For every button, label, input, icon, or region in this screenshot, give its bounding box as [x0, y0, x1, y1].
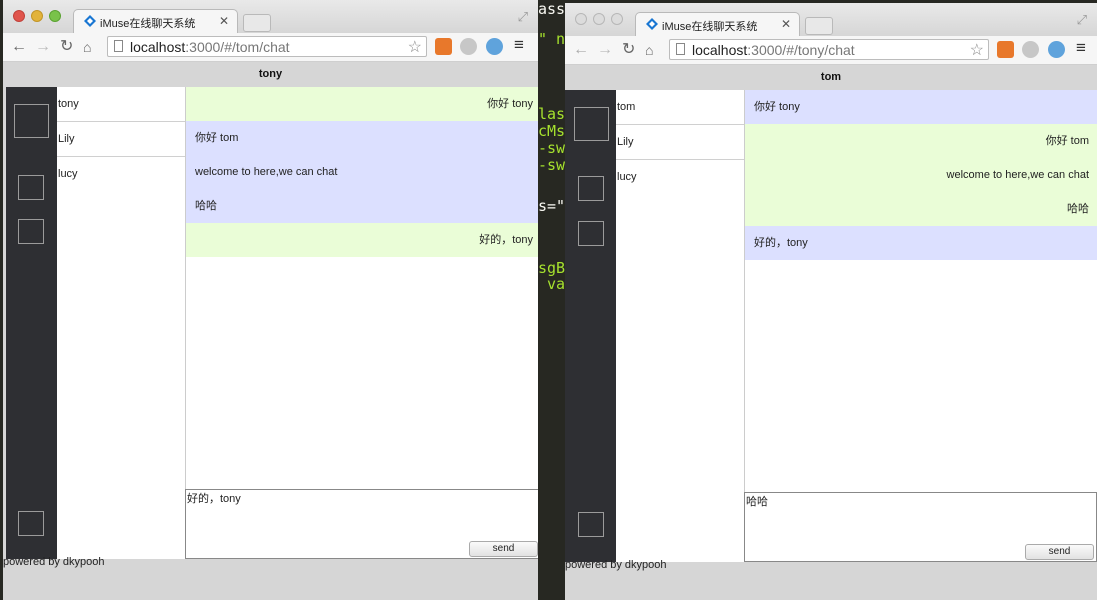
footer-text: powered by dkypooh: [565, 559, 667, 571]
browser-tab[interactable]: iMuse在线聊天系统 ✕: [73, 9, 238, 33]
message-input-text: 哈哈: [746, 496, 768, 508]
settings-button[interactable]: [578, 512, 604, 537]
message-sent: 你好 tony: [186, 87, 538, 121]
extension-icon[interactable]: [435, 38, 452, 55]
page-icon: [676, 43, 685, 55]
user-item[interactable]: lucy: [616, 160, 744, 194]
message-list: 你好 tony 你好 tom welcome to here,we can ch…: [185, 87, 538, 489]
tab-title: iMuse在线聊天系统: [662, 21, 758, 33]
message-received: 哈哈: [195, 200, 217, 212]
chat-header: tom: [820, 71, 842, 83]
settings-button[interactable]: [18, 511, 44, 536]
browser-toolbar: ← → ↻ ⌂ localhost:3000/#/tom/chat ☆ ≡: [3, 33, 538, 62]
message-input[interactable]: 哈哈 send: [744, 492, 1097, 562]
url-text: localhost:3000/#/tony/chat: [692, 42, 855, 58]
message-sent: 哈哈: [1067, 203, 1089, 215]
footer-text: powered by dkypooh: [3, 556, 105, 568]
home-icon[interactable]: ⌂: [83, 37, 91, 57]
page-icon: [114, 40, 123, 52]
zoom-window-button[interactable]: [49, 10, 61, 22]
browser-window-tony: iMuse在线聊天系统 ✕ ⤢ ← → ↻ ⌂ localhost:3000/#…: [565, 3, 1097, 600]
fullscreen-icon[interactable]: ⤢: [518, 9, 528, 25]
forward-arrow-icon[interactable]: →: [597, 40, 613, 60]
message-sent: 好的，tony: [186, 223, 538, 257]
side-toolbar: [565, 90, 616, 562]
address-bar[interactable]: localhost:3000/#/tom/chat ☆: [107, 36, 427, 57]
avatar[interactable]: [14, 104, 49, 138]
extension-icon[interactable]: [997, 41, 1014, 58]
message-received: 好的，tony: [745, 226, 1097, 260]
app-content: tom tom Lily lucy 你好 tony 你好 tom welcome…: [565, 65, 1097, 600]
minimize-window-button[interactable]: [31, 10, 43, 22]
forward-arrow-icon[interactable]: →: [35, 37, 51, 57]
message-sent: welcome to here,we can chat: [946, 169, 1089, 181]
message-received: 你好 tom: [195, 132, 239, 144]
title-bar: iMuse在线聊天系统 ✕ ⤢: [565, 3, 1097, 36]
app-content: tony tony Lily lucy 你好 tony 你好 tom welco…: [3, 62, 538, 600]
side-toolbar: [6, 87, 57, 559]
tab-title: iMuse在线聊天系统: [100, 18, 196, 30]
user-item[interactable]: Lily: [57, 122, 185, 157]
url-path: :3000/#/tom/chat: [185, 39, 290, 55]
back-arrow-icon[interactable]: ←: [11, 37, 27, 57]
extension-icon[interactable]: [486, 38, 503, 55]
extension-icon[interactable]: [1048, 41, 1065, 58]
menu-icon[interactable]: ≡: [1076, 38, 1086, 58]
tab-close-icon[interactable]: ✕: [781, 17, 791, 31]
chat-header: tony: [258, 68, 283, 80]
tab-close-icon[interactable]: ✕: [219, 14, 229, 28]
url-text: localhost:3000/#/tom/chat: [130, 39, 290, 55]
reload-icon[interactable]: ↻: [60, 37, 73, 57]
bookmark-star-icon[interactable]: ☆: [408, 37, 422, 57]
extension-icon[interactable]: [1022, 41, 1039, 58]
browser-tab[interactable]: iMuse在线聊天系统 ✕: [635, 12, 800, 36]
url-host: localhost: [130, 39, 186, 55]
back-arrow-icon[interactable]: ←: [573, 40, 589, 60]
message-sent: 你好 tom: [1045, 135, 1089, 147]
message-input[interactable]: 好的，tony send: [185, 489, 538, 559]
close-window-button[interactable]: [13, 10, 25, 22]
send-button[interactable]: send: [469, 541, 538, 557]
address-bar[interactable]: localhost:3000/#/tony/chat ☆: [669, 39, 989, 60]
minimize-window-button[interactable]: [593, 13, 605, 25]
nav-button[interactable]: [578, 221, 604, 246]
message-group-received: 你好 tom welcome to here,we can chat 哈哈: [186, 121, 538, 223]
angular-favicon-icon: [84, 15, 96, 27]
fullscreen-icon[interactable]: ⤢: [1077, 12, 1087, 28]
home-icon[interactable]: ⌂: [645, 40, 653, 60]
user-item[interactable]: tom: [616, 90, 744, 125]
reload-icon[interactable]: ↻: [622, 40, 635, 60]
send-button[interactable]: send: [1025, 544, 1094, 560]
browser-toolbar: ← → ↻ ⌂ localhost:3000/#/tony/chat ☆ ≡: [565, 36, 1097, 65]
message-received: welcome to here,we can chat: [195, 166, 338, 178]
message-group-sent: 你好 tom welcome to here,we can chat 哈哈: [745, 124, 1097, 226]
user-list: tom Lily lucy: [616, 90, 744, 562]
user-list: tony Lily lucy: [57, 87, 185, 559]
url-host: localhost: [692, 42, 748, 58]
extension-icon[interactable]: [460, 38, 477, 55]
bookmark-star-icon[interactable]: ☆: [970, 40, 984, 60]
menu-icon[interactable]: ≡: [514, 35, 524, 55]
user-item[interactable]: lucy: [57, 157, 185, 191]
browser-window-tom: iMuse在线聊天系统 ✕ ⤢ ← → ↻ ⌂ localhost:3000/#…: [3, 0, 538, 600]
user-item[interactable]: Lily: [616, 125, 744, 160]
message-list: 你好 tony 你好 tom welcome to here,we can ch…: [744, 90, 1097, 492]
user-item[interactable]: tony: [57, 87, 185, 122]
avatar[interactable]: [574, 107, 609, 141]
close-window-button[interactable]: [575, 13, 587, 25]
new-tab-button[interactable]: [805, 17, 833, 35]
angular-favicon-icon: [646, 18, 658, 30]
url-path: :3000/#/tony/chat: [747, 42, 855, 58]
zoom-window-button[interactable]: [611, 13, 623, 25]
title-bar: iMuse在线聊天系统 ✕ ⤢: [3, 0, 538, 33]
new-tab-button[interactable]: [243, 14, 271, 32]
nav-button[interactable]: [578, 176, 604, 201]
message-input-text: 好的，tony: [187, 493, 241, 505]
nav-button[interactable]: [18, 175, 44, 200]
message-received: 你好 tony: [745, 90, 1097, 124]
nav-button[interactable]: [18, 219, 44, 244]
